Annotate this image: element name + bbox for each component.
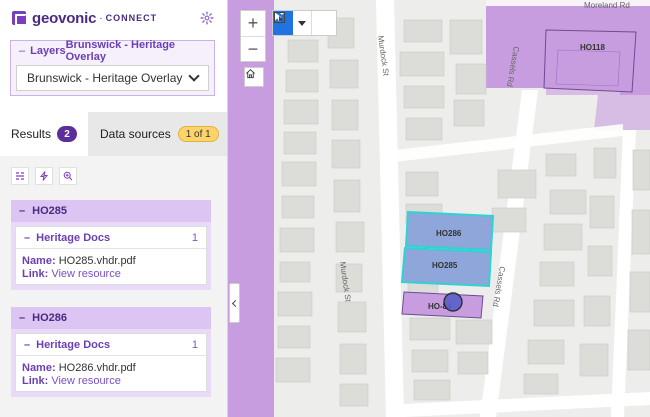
doc-count: 1 [191,231,198,244]
app-header: geovonic · CONNECT [0,0,227,36]
home-icon [246,68,255,79]
selection-tools [272,10,337,36]
doc-name-value: HO286.vhdr.pdf [58,362,136,374]
parcel-label-ho286: HO286 [436,229,462,238]
zoom-controls: + − [240,10,266,62]
select-rectangle-button[interactable] [274,11,336,35]
result-group-ho286: – HO286 – Heritage Docs 1 Name: HO286.vh… [11,307,211,397]
rectangle-select-icon [274,12,285,23]
doc-name-label: Name: [22,362,56,374]
doc-card-title: Heritage Docs [36,338,111,351]
layers-label: Layers [30,45,66,57]
collapse-icon[interactable]: – [24,232,30,244]
sidebar-tabs: Results 2 Data sources 1 of 1 [0,112,227,156]
result-group-title: HO286 [32,312,67,324]
collapse-icon[interactable]: – [24,339,30,351]
parcel-ho118[interactable] [543,29,637,93]
home-button[interactable] [244,67,264,87]
map-pointer-marker [443,292,463,312]
collapse-icon[interactable]: – [19,312,25,324]
result-group-header[interactable]: – HO285 [11,200,211,222]
results-toolbar [11,167,77,185]
zoom-in-button[interactable]: + [241,11,265,36]
doc-name-value: HO285.vhdr.pdf [58,255,136,267]
chevron-left-icon [231,299,240,307]
doc-link-label: Link: [22,375,49,387]
parcel-label-ho118: HO118 [580,43,605,52]
tab-results-label: Results [11,127,52,141]
brand-subtitle: CONNECT [105,13,158,23]
tab-data-sources-label: Data sources [100,127,171,141]
doc-link-row: Link: View resource [22,268,200,281]
collapse-icon[interactable]: – [19,205,25,217]
lightning-icon[interactable] [35,167,53,185]
heritage-overlay-zone[interactable] [228,0,274,417]
result-group-header[interactable]: – HO286 [11,307,211,329]
doc-name-row: Name: HO285.vhdr.pdf [22,255,200,268]
doc-link-label: Link: [22,268,49,280]
doc-count: 1 [191,338,198,351]
results-count-badge: 2 [57,126,78,142]
doc-card: – Heritage Docs 1 Name: HO285.vhdr.pdf L… [15,226,207,285]
sidebar-collapse-handle[interactable] [229,283,240,323]
layers-breadcrumb[interactable]: Brunswick - Heritage Overlay [66,39,206,63]
caret-down-icon [298,20,306,26]
brand-name: geovonic [32,9,97,27]
layer-select[interactable]: Brunswick - Heritage Overlay [16,65,209,91]
brand-separator: · [99,12,103,24]
sidebar: geovonic · CONNECT – Layers Brunswick - … [0,0,228,417]
doc-card: – Heritage Docs 1 Name: HO286.vhdr.pdf L… [15,333,207,392]
chevron-down-icon [188,70,200,82]
doc-name-row: Name: HO286.vhdr.pdf [22,362,200,375]
zoom-out-button[interactable]: − [241,36,265,61]
geovonic-logo-icon [12,11,27,26]
gear-icon[interactable] [200,11,214,25]
collapse-icon[interactable]: – [19,45,25,57]
layers-header[interactable]: – Layers Brunswick - Heritage Overlay [11,39,214,63]
result-group-title: HO285 [32,205,67,217]
data-sources-badge: 1 of 1 [177,126,219,142]
layers-panel: – Layers Brunswick - Heritage Overlay Br… [10,39,215,96]
list-filter-icon[interactable] [11,167,29,185]
result-group-ho285: – HO285 – Heritage Docs 1 Name: HO285.vh… [11,200,211,290]
map-view[interactable]: HO118 HO286 HO285 HO-84 Murdock St Murdo… [228,0,650,417]
doc-name-label: Name: [22,255,56,267]
selection-dropdown[interactable] [293,11,311,35]
doc-card-title: Heritage Docs [36,231,111,244]
street-label-moreland: Moreland Rd [584,1,630,10]
doc-card-header[interactable]: – Heritage Docs 1 [16,334,206,356]
doc-card-header[interactable]: – Heritage Docs 1 [16,227,206,249]
map-canvas[interactable]: HO118 HO286 HO285 HO-84 Murdock St Murdo… [228,0,650,417]
tab-data-sources[interactable]: Data sources 1 of 1 [88,112,227,156]
parcel-label-ho285: HO285 [432,261,458,270]
layer-select-value: Brunswick - Heritage Overlay [27,71,183,85]
view-resource-link[interactable]: View resource [51,268,121,280]
tab-results[interactable]: Results 2 [0,112,88,156]
doc-link-row: Link: View resource [22,375,200,388]
results-panel: – HO285 – Heritage Docs 1 Name: HO285.vh… [0,156,227,417]
view-resource-link[interactable]: View resource [51,375,121,387]
zoom-in-icon[interactable] [59,167,77,185]
